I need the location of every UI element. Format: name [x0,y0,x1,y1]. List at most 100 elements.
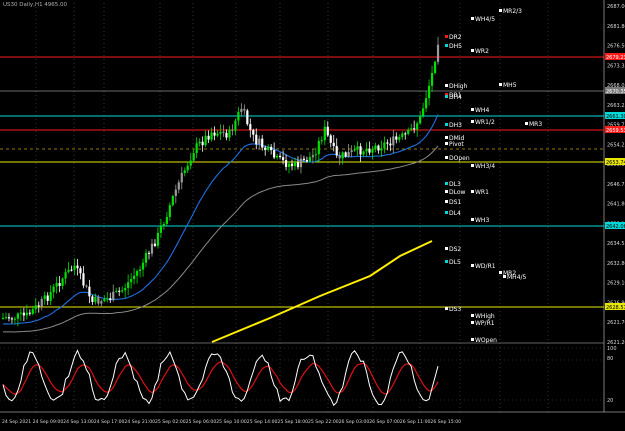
time-tick-label: 24 Sep 17:00 [94,419,125,425]
candle-body [374,145,377,150]
candle-body [7,317,11,319]
pivot-label: DR2 [449,34,462,41]
price-tick-label: 2641.80 [607,202,625,208]
candle-body [386,142,389,144]
candle-body [162,223,165,227]
price-tick-label: 2646.75 [607,182,625,188]
time-tick-label: 26 Sep 15:00 [430,419,461,425]
candle-body [323,126,326,141]
candle-body [165,216,168,224]
candle-body [186,165,189,171]
price-tick-label: 2681.80 [607,24,625,30]
candle-body [88,286,91,297]
candle-body [127,282,130,288]
candle-body [216,133,219,136]
price-highlight-label: 2679.23 [606,55,625,61]
candle-body [183,170,186,173]
candle-body [284,160,288,167]
trading-chart-window[interactable]: US30 Daily,H1 4965.00 MR2/3 WH4/5 DR2 DH5 WR… [0,0,625,427]
time-tick-label: 26 Sep 11:00 [400,419,431,425]
candle-body [276,155,279,158]
pivot-label: DOpen [449,155,470,162]
candle-body [43,295,46,300]
candle-body [311,155,314,158]
candle-body [228,129,231,138]
candle-body [112,291,115,301]
candle-body [392,136,395,146]
pivot-marker-icon [445,190,448,193]
price-tick-label: 2654.25 [607,142,625,148]
oscillator-tick-label: 20 [607,398,613,404]
candle-body [371,149,374,153]
candle-body [338,155,341,159]
pivot-marker-icon [471,314,474,317]
candle-body [320,140,323,142]
pivot-marker-icon [471,321,474,324]
candle-body [368,148,371,153]
pivot-marker-icon [471,264,474,267]
candle-body [73,265,76,270]
candle-body [377,145,380,151]
candle-body [70,269,73,271]
grid [0,0,625,413]
pivot-marker-icon [445,211,448,214]
candle-body [106,298,109,300]
pivot-label: DL3 [449,181,461,188]
pivot-marker-icon [471,164,474,167]
pivot-label: WR2 [475,48,489,55]
candle-body [1,317,5,319]
pivot-marker-icon [445,307,448,310]
candle-body [356,146,359,150]
pivot-label: WH4/5 [475,16,495,23]
chart-canvas[interactable]: US30 Daily,H1 4965.00 MR2/3 WH4/5 DR2 DH5 WR… [0,0,625,427]
pivot-marker-icon [445,247,448,250]
pivot-marker-icon [471,49,474,52]
candle-body [302,158,306,160]
candle-body [389,143,392,146]
candle-body [359,146,362,155]
candle-body [299,158,303,168]
price-tick-label: 2673.35 [607,63,625,69]
candle-body [279,155,282,158]
price-tick-label: 2687.00 [607,4,625,10]
pivot-marker-icon [471,218,474,221]
pivot-label: DS3 [449,306,461,313]
candle-body [40,299,43,307]
pivot-label: DHigh [449,83,468,90]
time-tick-label: 26 Sep 03:00 [339,419,370,425]
candle-body [270,146,273,151]
candle-body [347,151,350,157]
pivot-label: WH4 [475,107,489,114]
candle-body [46,295,49,301]
pivot-marker-icon [445,156,448,159]
candle-body [404,133,407,135]
candle-body [362,151,365,155]
candle-body [34,305,37,310]
candle-body [314,154,317,156]
price-tick-label: 2676.50 [607,44,625,50]
candle-body [332,142,335,147]
candle-body [201,141,204,146]
candle-body [219,131,222,134]
price-tick-label: 2632.80 [607,261,625,267]
candle-body [380,148,383,151]
candle-body [261,138,264,148]
time-tick-label: 25 Sep 18:00 [277,419,308,425]
candle-body [326,126,329,136]
time-tick-label: 25 Sep 10:00 [216,419,247,425]
candle-body [180,172,183,183]
price-highlight-label: 2653.74 [606,160,625,166]
candle-body [267,146,270,150]
candle-body [198,141,201,144]
candle-body [407,129,410,134]
candle-body [413,128,416,130]
price-highlight-label: 2659.53 [606,128,625,134]
candle-body [246,110,249,125]
pivot-marker-icon [445,142,448,145]
candle-body [281,157,285,161]
pivot-label: Pivot [449,141,464,148]
pivot-label: DH3 [449,122,462,129]
time-tick-label: 26 Sep 07:00 [369,419,400,425]
pivot-marker-icon [471,17,474,20]
pivot-marker-icon [525,122,528,125]
